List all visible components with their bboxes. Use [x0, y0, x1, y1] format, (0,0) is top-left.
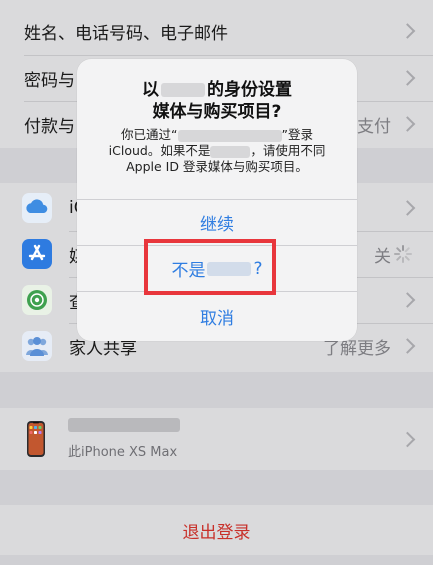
title-line-2: 媒体与购买项目?	[152, 102, 282, 122]
alert-dialog: 以 的身份设置 媒体与购买项目? 你已通过“ ”登录 iCloud。如果不是 ，请使用…	[77, 59, 357, 341]
chevron-right-icon	[399, 292, 416, 308]
name-phone-email-row[interactable]: 姓名、电话号码、电子邮件	[0, 8, 433, 54]
message-text: ”登录	[281, 127, 313, 142]
chevron-right-icon	[399, 70, 416, 86]
row-detail: 关	[374, 246, 391, 267]
app-store-icon	[22, 239, 52, 269]
device-model: 此iPhone XS Max	[68, 445, 178, 460]
cloud-icon	[22, 193, 52, 223]
loading-spinner-icon	[394, 245, 412, 263]
device-name-redacted	[68, 418, 180, 432]
chevron-right-icon	[399, 200, 416, 216]
title-suffix: 的身份设置	[207, 80, 292, 100]
redacted-name	[210, 145, 251, 158]
chevron-right-icon	[399, 23, 416, 39]
highlight-box	[144, 239, 276, 295]
device-row[interactable]	[0, 408, 433, 470]
iphone-icon	[26, 420, 46, 458]
chevron-right-icon	[399, 116, 416, 132]
row-label: 付款与	[24, 116, 75, 137]
family-sharing-icon	[22, 331, 52, 361]
chevron-right-icon	[399, 431, 416, 448]
alert-title: 以 的身份设置 媒体与购买项目?	[77, 79, 357, 123]
row-label: 姓名、电话号码、电子邮件	[24, 23, 228, 44]
redacted-name	[161, 83, 205, 97]
title-prefix: 以	[142, 80, 159, 100]
cancel-label: 取消	[200, 309, 234, 329]
continue-label: 继续	[200, 215, 234, 235]
message-text: iCloud。如果不是	[108, 143, 211, 158]
row-detail: 支付	[357, 116, 391, 137]
message-text: ，请使用不同	[250, 143, 326, 158]
message-text: 你已通过“	[121, 127, 178, 142]
redacted-email	[177, 129, 282, 142]
sign-out-button[interactable]: 退出登录	[0, 505, 433, 555]
message-text: Apple ID 登录媒体与购买项目。	[126, 159, 308, 174]
row-label: 密码与	[24, 70, 75, 91]
find-my-icon	[22, 285, 52, 315]
chevron-right-icon	[399, 338, 416, 354]
alert-message: 你已通过“ ”登录 iCloud。如果不是 ，请使用不同 Apple ID 登录媒体…	[95, 127, 339, 175]
cancel-button[interactable]: 取消	[77, 291, 357, 341]
